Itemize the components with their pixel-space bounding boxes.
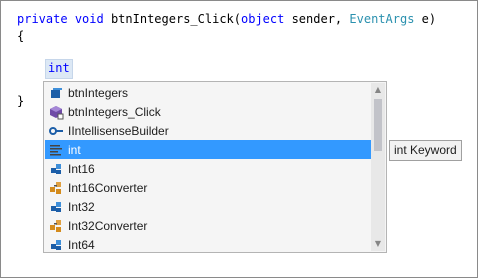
code-editor[interactable]: private void btnIntegers_Click(object se… xyxy=(0,0,478,278)
completion-item[interactable]: btnIntegers_Click xyxy=(45,102,372,121)
completion-item-label: Int32Converter xyxy=(68,218,148,233)
struct-icon xyxy=(48,161,64,177)
method-signature-line: private void btnIntegers_Click(object se… xyxy=(17,11,436,27)
param-sender: sender, xyxy=(284,12,350,26)
completion-item-label: Int16Converter xyxy=(68,180,148,195)
completion-item-label: int xyxy=(68,142,81,157)
param-e: e) xyxy=(414,12,437,26)
completion-item-label: btnIntegers xyxy=(68,85,129,100)
completion-list[interactable]: btnIntegers btnIntegers_Click IIntellisens… xyxy=(43,81,387,253)
keyword-object: object xyxy=(241,12,285,26)
keyword-icon xyxy=(48,142,64,158)
struct-icon xyxy=(48,199,64,215)
class-icon xyxy=(48,180,64,196)
completion-item-label: IIntellisenseBuilder xyxy=(68,123,169,138)
scroll-thumb[interactable] xyxy=(374,99,382,151)
completion-item-label: Int64 xyxy=(68,237,95,252)
completion-item-label: btnIntegers_Click xyxy=(68,104,161,119)
field-icon xyxy=(48,85,64,101)
completion-item[interactable]: Int16Converter xyxy=(45,178,372,197)
completion-item-label: Int32 xyxy=(68,199,95,214)
completion-item[interactable]: IIntellisenseBuilder xyxy=(45,121,372,140)
completion-item-label: Int16 xyxy=(68,161,95,176)
completion-item[interactable]: Int16 xyxy=(45,159,372,178)
scroll-up-arrow-icon[interactable]: ▲ xyxy=(371,83,385,97)
completion-item[interactable]: Int64 xyxy=(45,235,372,254)
keyword-void: void xyxy=(74,12,104,26)
keyword-private: private xyxy=(17,12,68,26)
method-name: btnIntegers_Click( xyxy=(103,12,241,26)
completion-item[interactable]: btnIntegers xyxy=(45,83,372,102)
scroll-down-arrow-icon[interactable]: ▼ xyxy=(371,237,385,251)
typed-text[interactable]: int xyxy=(45,59,73,79)
completion-scrollbar[interactable]: ▲ ▼ xyxy=(371,83,385,251)
completion-items[interactable]: btnIntegers btnIntegers_Click IIntellisens… xyxy=(45,83,372,254)
completion-item[interactable]: int xyxy=(45,140,372,159)
type-eventargs: EventArgs xyxy=(349,12,415,26)
completion-item[interactable]: Int32 xyxy=(45,197,372,216)
open-brace: { xyxy=(17,29,25,43)
close-brace: } xyxy=(17,94,25,108)
class-icon xyxy=(48,218,64,234)
completion-item[interactable]: Int32Converter xyxy=(45,216,372,235)
quickinfo-tooltip: int Keyword xyxy=(389,140,462,161)
struct-icon xyxy=(48,237,64,253)
interface-icon xyxy=(48,123,64,139)
method-icon xyxy=(48,104,64,120)
